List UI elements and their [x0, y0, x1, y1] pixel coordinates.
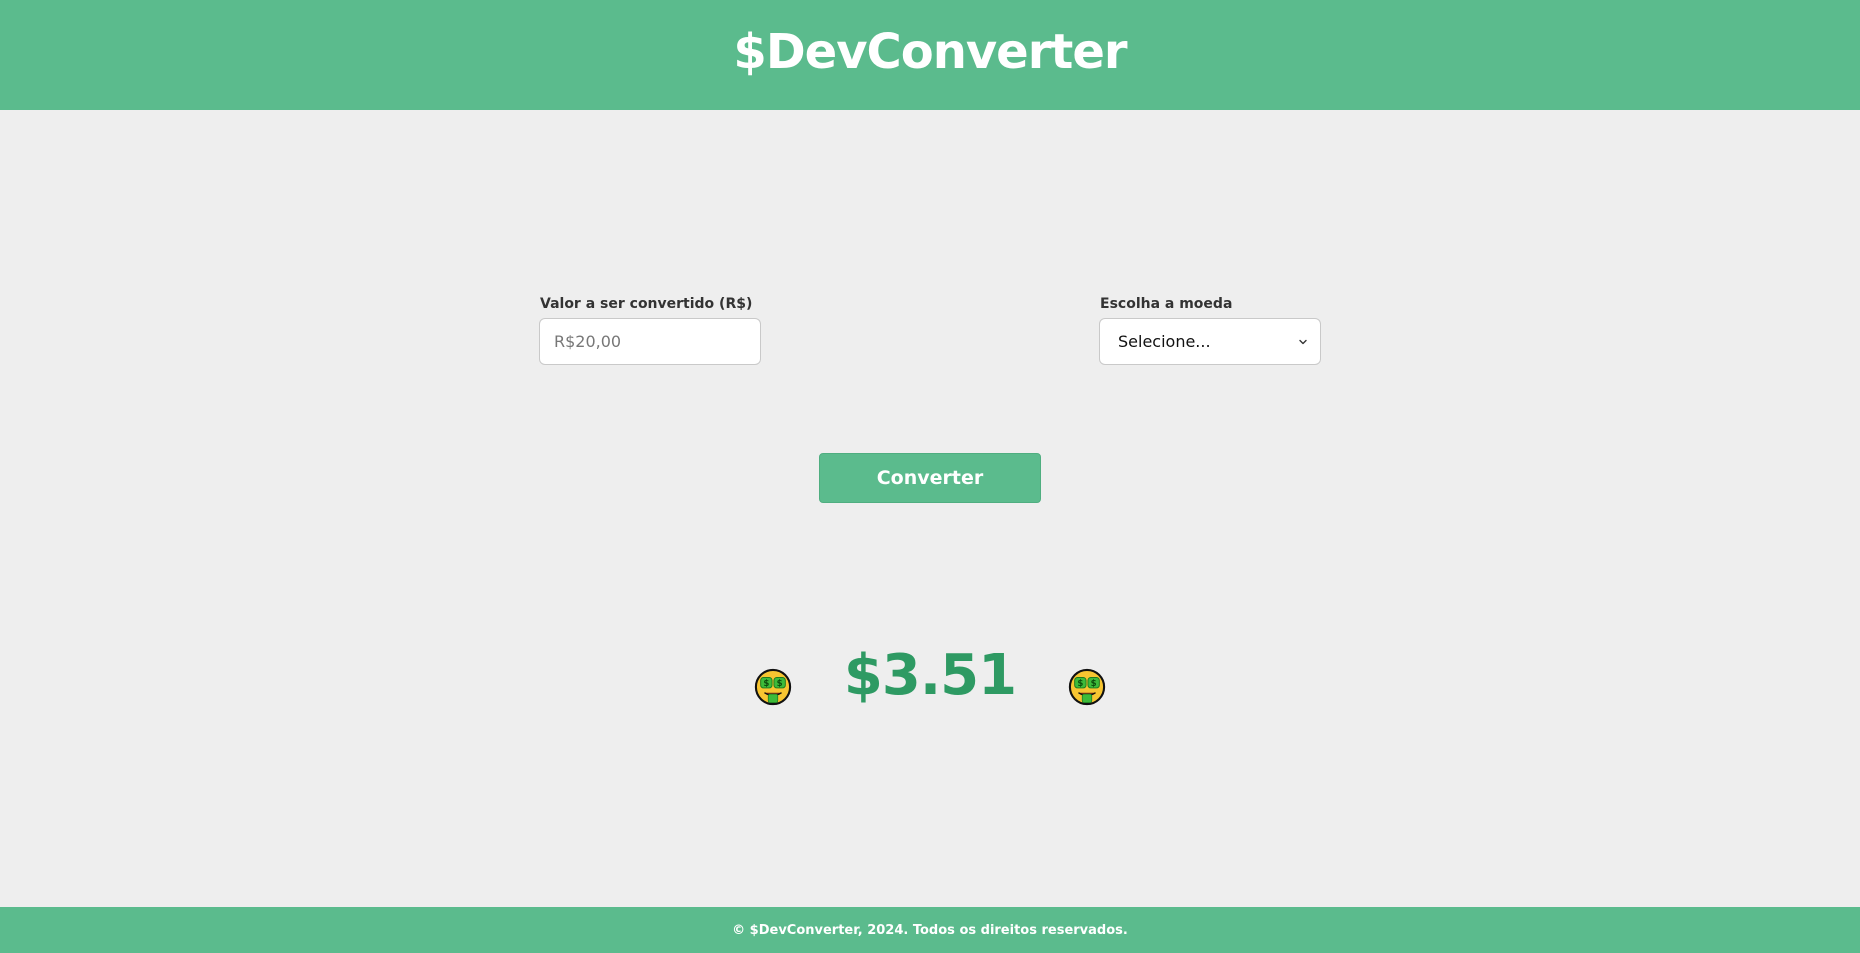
currency-select[interactable]: Selecione...: [1099, 318, 1321, 365]
app-header: $DevConverter: [0, 0, 1860, 110]
svg-text:$: $: [1091, 679, 1097, 689]
copyright-text: © $DevConverter, 2024. Todos os direitos…: [732, 922, 1128, 938]
svg-text:$: $: [1077, 679, 1083, 689]
amount-input[interactable]: [539, 318, 761, 365]
convert-button[interactable]: Converter: [819, 453, 1041, 503]
app-title: $DevConverter: [733, 24, 1127, 80]
chevron-down-icon: [1299, 339, 1307, 344]
money-mouth-face-icon: $ $: [1068, 668, 1106, 706]
svg-text:$: $: [763, 679, 769, 689]
conversion-result: $3.51: [843, 643, 1017, 708]
app-footer: © $DevConverter, 2024. Todos os direitos…: [0, 907, 1860, 953]
svg-text:$: $: [777, 679, 783, 689]
currency-label: Escolha a moeda: [1100, 296, 1233, 312]
currency-selected-value: Selecione...: [1118, 332, 1211, 351]
money-mouth-face-icon: $ $: [754, 668, 792, 706]
amount-label: Valor a ser convertido (R$): [540, 296, 753, 312]
